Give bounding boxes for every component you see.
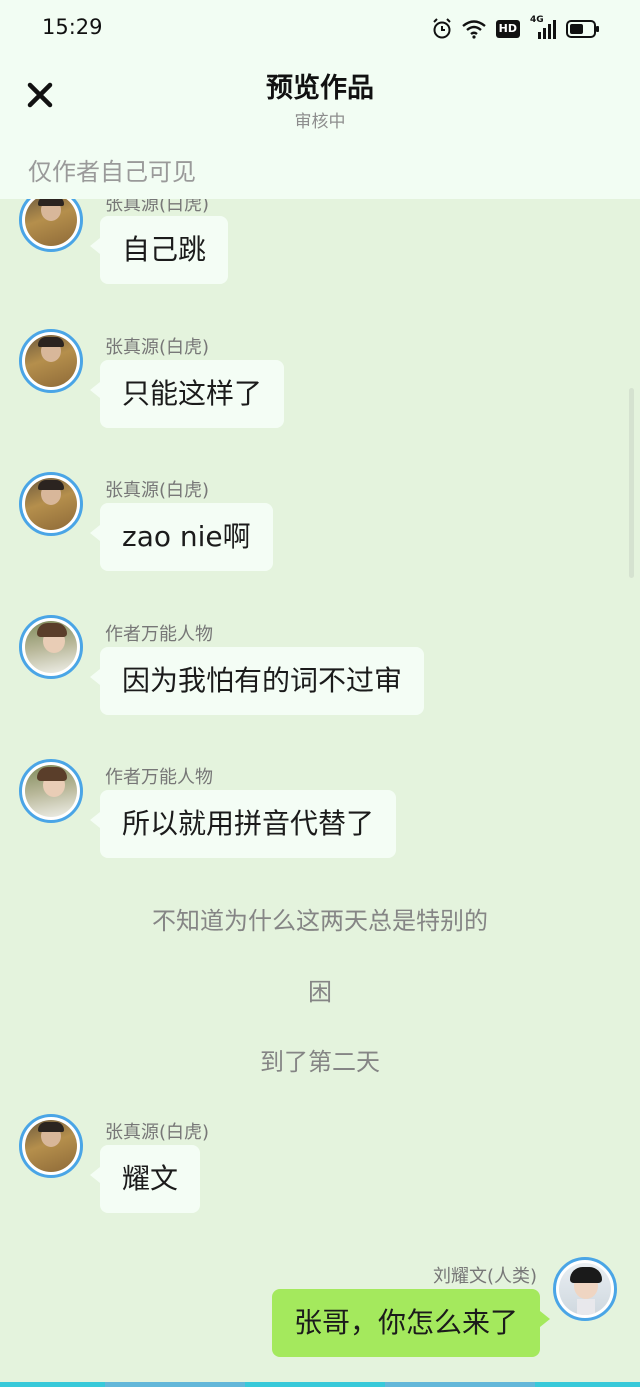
hd-label: HD — [495, 20, 520, 38]
message-bubble: 只能这样了 — [89, 360, 285, 428]
speaker-name: 作者万能人物 — [105, 624, 213, 645]
battery-icon — [566, 19, 600, 39]
avatar[interactable] — [19, 329, 83, 393]
page-title: 预览作品 — [266, 73, 374, 104]
alarm-icon — [432, 18, 452, 40]
hd-icon: HD — [495, 20, 520, 38]
avatar[interactable] — [19, 759, 83, 823]
speaker-name: 张真源(白虎) — [105, 337, 210, 358]
signal-icon: 4G — [530, 15, 556, 39]
status-icons: HD 4G — [432, 15, 600, 40]
narration-text: 到了第二天 — [260, 1048, 380, 1076]
message-bubble: zao nie啊 — [90, 503, 273, 571]
status-time: 15:29 — [42, 15, 103, 39]
avatar[interactable] — [19, 472, 83, 536]
signal-type: 4G — [530, 15, 544, 25]
avatar[interactable] — [19, 1114, 83, 1178]
speaker-name: 张真源(白虎) — [105, 1122, 210, 1143]
scrollbar[interactable] — [629, 388, 634, 578]
speaker-name: 刘耀文(人类) — [432, 1266, 537, 1287]
chat-area[interactable]: 张真源(白虎) 自己跳 张真源(白虎) 只能这样了 张真源(白虎) zao ni… — [0, 0, 640, 1387]
visibility-note: 仅作者自己可见 — [28, 158, 196, 186]
narration-text: 困 — [308, 978, 332, 1006]
speaker-name: 作者万能人物 — [105, 767, 213, 788]
status-subtitle: 审核中 — [294, 112, 346, 132]
message-bubble: 张哥，你怎么来了 — [271, 1289, 551, 1357]
message-bubble: 自己跳 — [89, 216, 229, 284]
narration-text: 不知道为什么这两天总是特别的 — [152, 907, 488, 935]
avatar[interactable] — [553, 1257, 617, 1321]
message-bubble: 耀文 — [89, 1145, 201, 1213]
status-bar: 15:29 HD 4G — [0, 0, 640, 58]
message-bubble: 所以就用拼音代替了 — [89, 790, 397, 858]
avatar[interactable] — [19, 615, 83, 679]
speaker-name: 张真源(白虎) — [105, 480, 210, 501]
bottom-bar-segment — [385, 1382, 535, 1387]
bottom-bar-segment — [105, 1382, 245, 1387]
wifi-icon — [461, 19, 486, 39]
header: 15:29 HD 4G 预览作品 审核中 仅作者自己可见 — [0, 0, 640, 199]
message-bubble: 因为我怕有的词不过审 — [89, 647, 425, 715]
bottom-bar — [0, 1382, 640, 1387]
